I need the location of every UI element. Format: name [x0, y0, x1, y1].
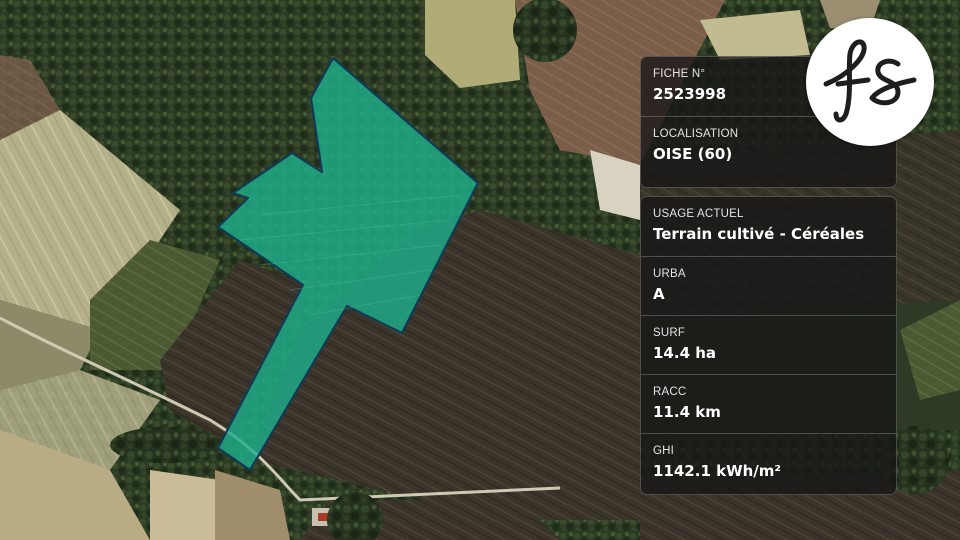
racc-row: RACC 11.4 km	[641, 374, 896, 433]
usage-value: Terrain cultivé - Céréales	[653, 225, 865, 243]
ghi-value: 1142.1 kWh/m²	[653, 462, 781, 480]
map-view: FICHE N° 2523998 LOCALISATION OISE (60) …	[0, 0, 960, 540]
localisation-value: OISE (60)	[653, 145, 733, 163]
fs-logo	[806, 18, 934, 146]
urba-row: URBA A	[641, 256, 896, 315]
racc-value: 11.4 km	[653, 403, 721, 421]
usage-label: USAGE ACTUEL	[653, 208, 744, 220]
parcel-details-card: USAGE ACTUEL Terrain cultivé - Céréales …	[640, 196, 897, 495]
surf-value: 14.4 ha	[653, 344, 717, 362]
racc-label: RACC	[653, 386, 687, 398]
usage-row: USAGE ACTUEL Terrain cultivé - Céréales	[641, 197, 896, 256]
urba-label: URBA	[653, 268, 686, 280]
surf-row: SURF 14.4 ha	[641, 315, 896, 374]
ghi-row: GHI 1142.1 kWh/m²	[641, 433, 896, 492]
urba-value: A	[653, 285, 665, 303]
surf-label: SURF	[653, 327, 686, 339]
fs-monogram-icon	[823, 39, 917, 123]
ghi-label: GHI	[653, 445, 675, 457]
